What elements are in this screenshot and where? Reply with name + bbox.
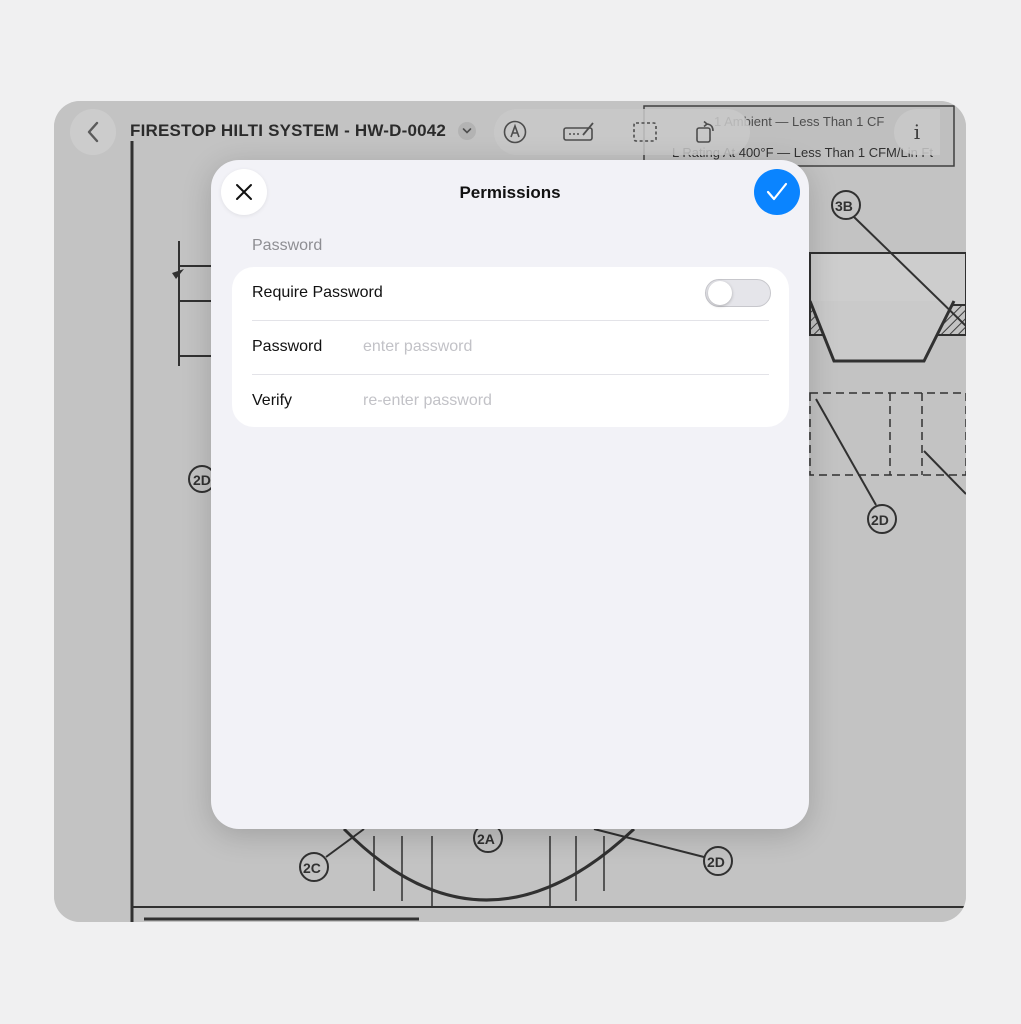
verify-password-input[interactable] bbox=[363, 388, 763, 414]
checkmark-icon bbox=[766, 182, 788, 201]
password-row: Password bbox=[232, 321, 789, 374]
done-button[interactable] bbox=[754, 169, 800, 215]
password-input[interactable] bbox=[363, 334, 763, 360]
toggle-knob bbox=[708, 281, 732, 305]
require-password-row: Require Password bbox=[232, 267, 789, 320]
require-password-label: Require Password bbox=[252, 284, 383, 301]
verify-label: Verify bbox=[252, 392, 293, 409]
password-label: Password bbox=[252, 338, 323, 355]
section-header-password: Password bbox=[252, 237, 323, 254]
permissions-sheet: Permissions Password Require Password Pa… bbox=[211, 160, 809, 829]
verify-row: Verify bbox=[232, 375, 789, 428]
password-settings-card: Require Password Password Verify bbox=[232, 267, 789, 427]
require-password-toggle[interactable] bbox=[705, 279, 771, 307]
sheet-title: Permissions bbox=[459, 183, 561, 202]
